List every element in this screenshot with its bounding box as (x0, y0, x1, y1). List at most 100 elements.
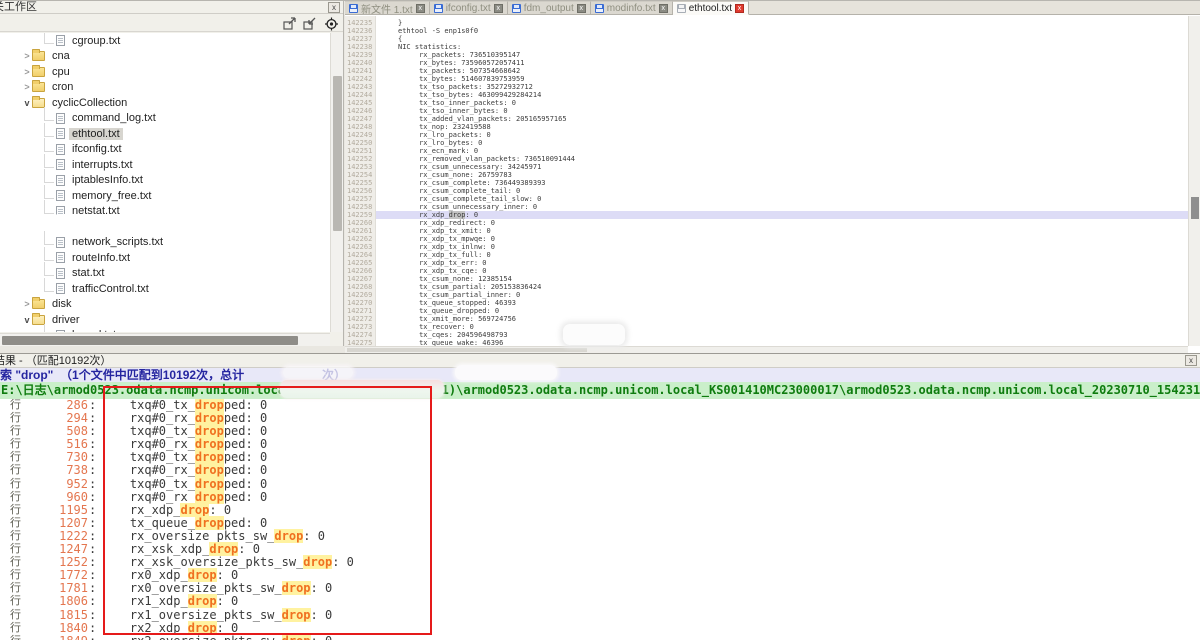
editor-line: 142250 rx_lro_bytes: 0 (345, 139, 1188, 147)
match-highlight: drop (195, 399, 224, 412)
match-highlight: drop (195, 424, 224, 438)
result-match-text: txq#0_tx_dropped: 0 (101, 451, 267, 464)
editor-line-text: tx_queue_stopped: 46393 (398, 299, 516, 307)
editor-line-text: rx_removed_vlan_packets: 736510091444 (398, 155, 575, 163)
tree-item-cgroup-txt[interactable]: cgroup.txt (0, 33, 330, 49)
tab-close-icon[interactable]: x (735, 4, 744, 13)
tree-item-cpu[interactable]: >cpu (0, 64, 330, 80)
line-number: 142242 (345, 75, 373, 83)
tree-item-trafficcontrol-txt[interactable]: trafficControl.txt (0, 281, 330, 297)
line-number: 142246 (345, 107, 373, 115)
editor-line: 142273 tx_recover: 0 (345, 323, 1188, 331)
result-row[interactable]: 行1195: rx_xdp_drop: 0 (0, 504, 1200, 517)
result-match-text: tx_queue_dropped: 0 (101, 517, 267, 530)
results-file-path-row[interactable]: E:\日志\armod0523.odata.ncmp.unicom.loca a… (0, 382, 1200, 399)
chevron-right-icon[interactable]: > (22, 82, 32, 92)
tab-close-icon[interactable]: x (494, 4, 503, 13)
editor-line-text: { (398, 35, 402, 43)
result-match-text: rxq#0_rx_dropped: 0 (101, 464, 267, 477)
match-highlight: drop (195, 437, 224, 451)
folder-icon (32, 299, 45, 309)
tree-item-label: cron (49, 81, 76, 93)
editor-line-text: tx_csum_partial_inner: 0 (398, 291, 520, 299)
result-row[interactable]: 行1849: rx2_oversize_pkts_sw_drop: 0 (0, 635, 1200, 640)
editor-line: 142271 tx_queue_dropped: 0 (345, 307, 1188, 315)
result-row[interactable]: 行960: rxq#0_rx_dropped: 0 (0, 491, 1200, 504)
tab-ethtool-txt[interactable]: ethtool.txtx (673, 1, 749, 15)
collapse-all-icon[interactable] (302, 17, 317, 31)
tree-item-cron[interactable]: > cron (0, 80, 330, 96)
result-row[interactable]: 行952: txq#0_tx_dropped: 0 (0, 478, 1200, 491)
line-number: 142239 (345, 51, 373, 59)
line-number: 142267 (345, 275, 373, 283)
chevron-right-icon[interactable]: > (22, 51, 32, 61)
line-number: 142269 (345, 291, 373, 299)
result-colon: : (89, 556, 96, 569)
tab-fdm_output[interactable]: fdm_outputx (508, 1, 591, 14)
line-number: 142241 (345, 67, 373, 75)
editor-line-text: tx_queue_wake: 46396 (398, 339, 503, 346)
locate-file-icon[interactable] (324, 17, 339, 31)
chevron-right-icon[interactable]: > (22, 299, 32, 309)
editor-vscroll-thumb[interactable] (1191, 197, 1199, 219)
folder-icon (32, 51, 45, 61)
tree-item-cna[interactable]: >cna (0, 49, 330, 65)
result-line-number: 1772 (26, 569, 88, 582)
results-close-button[interactable]: x (1185, 355, 1197, 366)
result-colon: : (89, 399, 96, 412)
chevron-right-icon[interactable]: > (22, 67, 32, 77)
result-colon: : (89, 595, 96, 608)
match-highlight: drop (195, 516, 224, 530)
tree-hscroll-thumb[interactable] (2, 336, 298, 345)
editor-horizontal-scrollbar[interactable] (345, 346, 1188, 353)
tree-item-disk[interactable]: >disk (0, 297, 330, 313)
tree-item-label: trafficControl.txt (69, 283, 152, 295)
match-highlight: drop (195, 477, 224, 491)
tree-item-label: netstat.txt (69, 205, 123, 217)
match-highlight: drop (282, 608, 311, 622)
result-line-number: 508 (26, 425, 88, 438)
result-line-number: 1222 (26, 530, 88, 543)
match-highlight: drop (195, 411, 224, 425)
chevron-down-icon[interactable]: v (22, 98, 32, 108)
editor-lines: 142235}142236ethtool -S enp1s0f0142237{1… (345, 19, 1188, 346)
result-match-text: rx_oversize_pkts_sw_drop: 0 (101, 530, 325, 543)
tab-modinfo-txt[interactable]: modinfo.txtx (591, 1, 673, 14)
folder-icon (32, 315, 45, 325)
expand-all-icon[interactable] (282, 17, 297, 31)
result-row[interactable]: 行1840: rx2_xdp_drop: 0 (0, 622, 1200, 635)
file-icon (56, 252, 65, 263)
workspace-file-tree: cgroup.txt>cna>cpu>cronvcyclicCollection… (0, 33, 330, 332)
editor-vertical-scrollbar[interactable] (1188, 16, 1200, 346)
result-row[interactable]: 行1207: tx_queue_dropped: 0 (0, 517, 1200, 530)
result-row[interactable]: 行1806: rx1_xdp_drop: 0 (0, 595, 1200, 608)
workspace-close-button[interactable]: x (328, 2, 340, 13)
tree-item-lsmod-txt[interactable]: lsmod.txt (0, 328, 330, 333)
line-number: 142245 (345, 99, 373, 107)
result-row[interactable]: 行1815: rx1_oversize_pkts_sw_drop: 0 (0, 609, 1200, 622)
editor-line: 142259 rx_xdp_drop: 0 (345, 211, 1188, 219)
editor-body[interactable]: 142235}142236ethtool -S enp1s0f0142237{1… (345, 16, 1188, 346)
tree-vertical-scrollbar[interactable] (330, 33, 343, 332)
line-number: 142237 (345, 35, 373, 43)
chevron-down-icon[interactable]: v (22, 315, 32, 325)
match-highlight: drop (188, 568, 217, 582)
tree-horizontal-scrollbar[interactable] (0, 333, 330, 346)
results-summary-suffix: 次） (322, 368, 346, 382)
line-number: 142256 (345, 187, 373, 195)
result-row-prefix: 行 (10, 595, 21, 608)
line-number: 142240 (345, 59, 373, 67)
result-match-text: rx_xdp_drop: 0 (101, 504, 231, 517)
editor-line-text: rx_packets: 736510395147 (398, 51, 520, 59)
line-number: 142258 (345, 203, 373, 211)
tree-vscroll-thumb[interactable] (333, 76, 342, 231)
line-number: 142259 (345, 211, 373, 219)
tab-close-icon[interactable]: x (416, 4, 425, 13)
tree-item-netstat-txt[interactable]: netstat.txt (0, 204, 330, 220)
tab-close-icon[interactable]: x (659, 4, 668, 13)
editor-hscroll-thumb[interactable] (347, 348, 587, 352)
tab-close-icon[interactable]: x (577, 4, 586, 13)
tab--1-txt[interactable]: 新文件 1.txtx (345, 1, 430, 14)
tab-ifconfig-txt[interactable]: ifconfig.txtx (430, 1, 508, 14)
result-row[interactable]: 行738: rxq#0_rx_dropped: 0 (0, 464, 1200, 477)
